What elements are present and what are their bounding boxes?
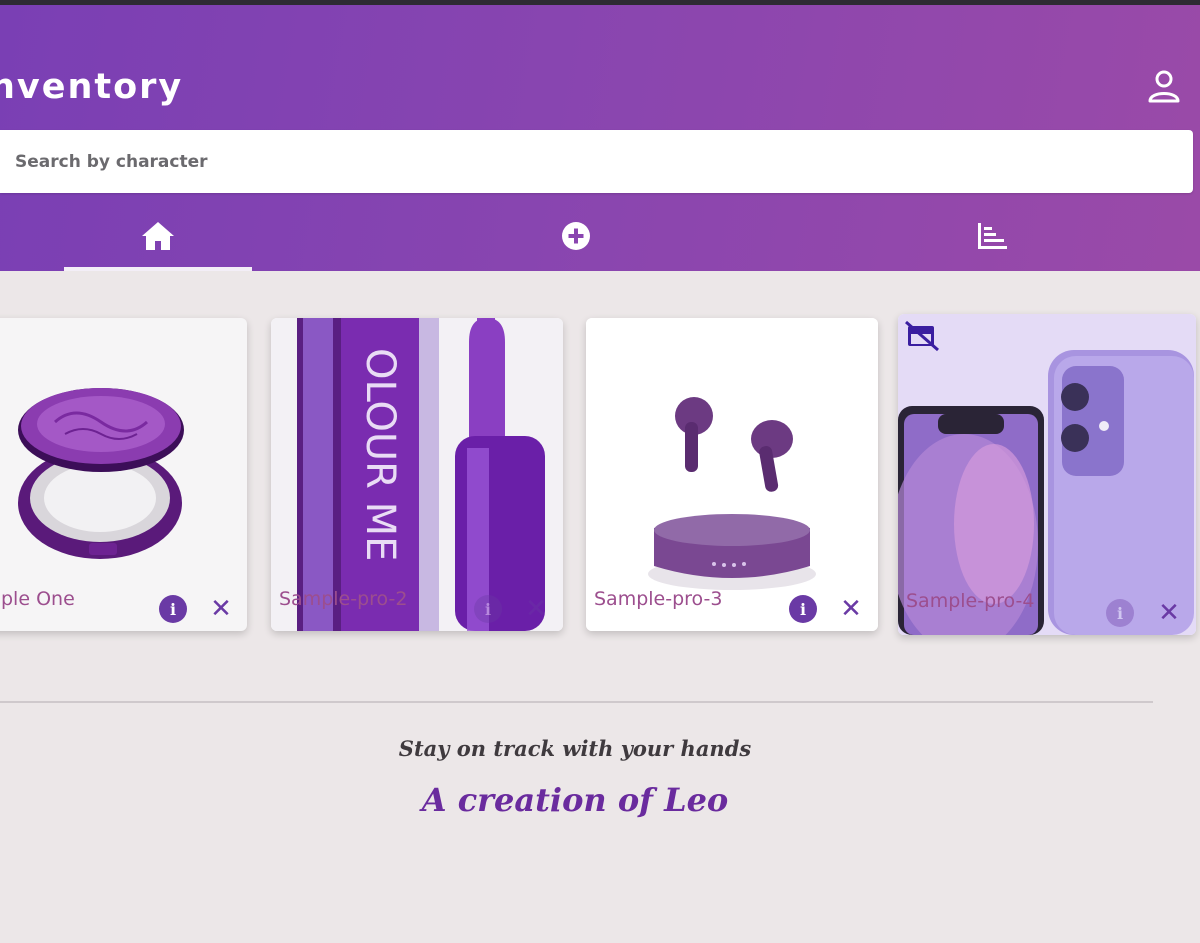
product-card[interactable]: ple One i ✕ [0,318,247,631]
product-info-button[interactable]: i [789,595,817,623]
bar-chart-icon [978,223,1007,249]
add-circle-icon [562,222,590,250]
delete-product-button[interactable]: ✕ [522,595,550,623]
info-icon: i [169,599,177,619]
wireless-earbuds-image [586,318,878,631]
product-card[interactable]: Sample-pro-3 i ✕ [586,318,878,631]
tab-statistics[interactable] [898,195,1086,271]
app-title: nventory [0,67,184,107]
footer-tagline: Stay on track with your hands [398,736,752,761]
info-icon: i [1116,603,1124,623]
svg-text:OLOUR ME: OLOUR ME [357,348,403,561]
product-name: Sample-pro-4 [906,590,1035,612]
footer-divider [0,701,1153,703]
delete-product-button[interactable]: ✕ [207,595,235,623]
search-bar [0,130,1193,193]
close-icon: ✕ [525,594,547,624]
info-icon: i [484,599,492,619]
product-card[interactable]: OLOUR ME Sample-pro-2 i ✕ [271,318,563,631]
product-info-button[interactable]: i [159,595,187,623]
tab-selected-indicator [64,267,252,271]
product-card[interactable]: Sample-pro-4 i ✕ [898,314,1196,635]
product-info-button[interactable]: i [1106,599,1134,627]
profile-button[interactable] [1144,67,1184,107]
info-icon: i [799,599,807,619]
home-icon [142,222,174,250]
tab-add-product[interactable] [482,195,670,271]
close-icon: ✕ [1158,598,1180,628]
footer-credit: A creation of Leo [421,781,729,819]
perfume-bottle-image: OLOUR ME [271,318,563,631]
product-name: Sample-pro-2 [279,588,408,610]
user-icon [1148,70,1180,103]
search-input[interactable] [0,130,1193,193]
product-info-button[interactable]: i [474,595,502,623]
compact-mirror-image [18,388,184,559]
purple-smartphone-image [898,314,1196,635]
product-name: Sample-pro-3 [594,588,723,610]
close-icon: ✕ [210,594,232,624]
product-name: ple One [1,588,75,610]
app-header: nventory [0,5,1200,271]
delete-product-button[interactable]: ✕ [1155,599,1183,627]
close-icon: ✕ [840,594,862,624]
tab-home[interactable] [64,195,252,271]
delete-product-button[interactable]: ✕ [837,595,865,623]
